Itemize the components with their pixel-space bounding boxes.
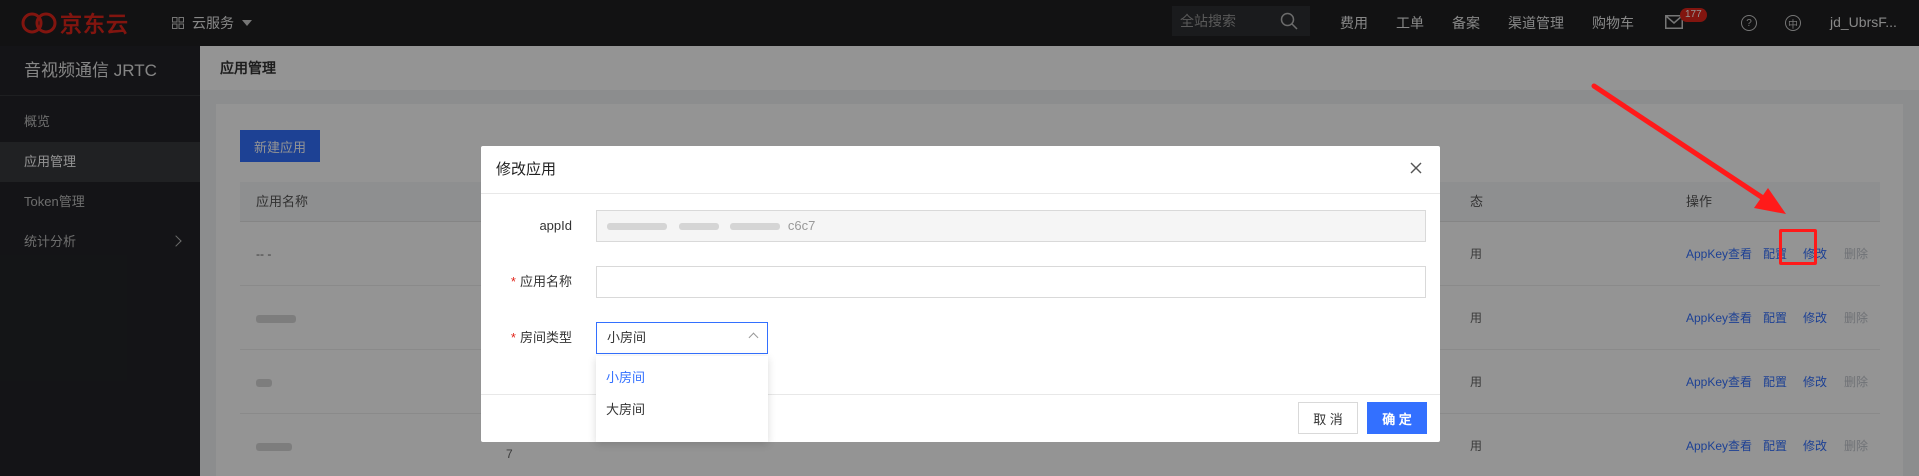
app-name-input[interactable] bbox=[596, 266, 1426, 298]
room-type-selected: 小房间 bbox=[607, 330, 647, 345]
room-type-select[interactable]: 小房间 bbox=[596, 322, 768, 354]
app-name-label-text: 应用名称 bbox=[519, 274, 572, 289]
appid-field: c6c7 bbox=[596, 210, 1426, 242]
cancel-button[interactable]: 取 消 bbox=[1298, 402, 1358, 434]
appid-value: c6c7 bbox=[787, 218, 816, 233]
app-name-row: * 应用名称 bbox=[481, 266, 1440, 298]
option-small-room[interactable]: 小房间 bbox=[596, 362, 768, 394]
redacted-text bbox=[678, 223, 719, 231]
confirm-button[interactable]: 确 定 bbox=[1367, 402, 1427, 434]
room-type-label-text: 房间类型 bbox=[519, 330, 572, 345]
app-name-label: * 应用名称 bbox=[511, 266, 572, 298]
room-type-label: * 房间类型 bbox=[511, 322, 572, 354]
appid-label: appId bbox=[539, 218, 572, 233]
close-icon[interactable] bbox=[1406, 158, 1426, 178]
appid-row: appId c6c7 bbox=[481, 210, 1440, 242]
chevron-up-icon bbox=[748, 332, 759, 343]
redacted-text bbox=[607, 223, 667, 231]
room-type-row: * 房间类型 小房间 bbox=[481, 322, 1440, 354]
highlight-box bbox=[1779, 229, 1817, 265]
required-mark: * bbox=[510, 274, 516, 289]
required-mark: * bbox=[510, 330, 516, 345]
redacted-text bbox=[730, 223, 781, 231]
room-type-dropdown: 小房间 大房间 bbox=[596, 356, 768, 442]
dialog-title: 修改应用 bbox=[481, 146, 1440, 194]
option-large-room[interactable]: 大房间 bbox=[596, 394, 768, 426]
